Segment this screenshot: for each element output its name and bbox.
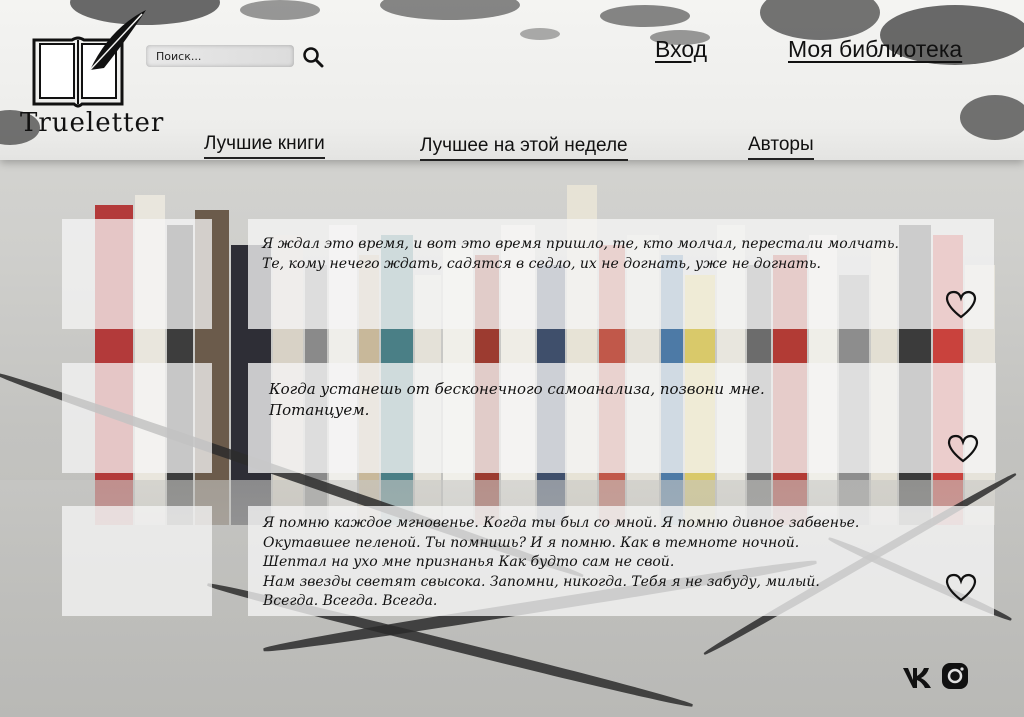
- quote-text: Я помню каждое мгновенье. Когда ты был с…: [263, 515, 860, 609]
- my-library-link[interactable]: Моя библиотека: [788, 36, 962, 63]
- quote-thumbnail: [62, 363, 212, 473]
- quote-text: Я ждал это время, и вот это время пришло…: [262, 236, 899, 272]
- nav-authors[interactable]: Авторы: [748, 134, 814, 160]
- quote-card: Когда устанешь от бесконечного самоанали…: [248, 363, 996, 473]
- heart-icon[interactable]: [944, 572, 978, 602]
- vk-icon[interactable]: [902, 662, 932, 690]
- login-link[interactable]: Вход: [655, 36, 707, 63]
- quote-card: Я помню каждое мгновенье. Когда ты был с…: [248, 506, 994, 616]
- quote-card: Я ждал это время, и вот это время пришло…: [248, 219, 994, 329]
- search-input[interactable]: [146, 45, 294, 67]
- brand-name[interactable]: Trueletter: [20, 108, 164, 138]
- search-icon[interactable]: [302, 46, 324, 68]
- nav-best-this-week[interactable]: Лучшее на этой неделе: [420, 135, 628, 161]
- quote-thumbnail: [62, 219, 212, 329]
- quote-text: Когда устанешь от бесконечного самоанали…: [269, 380, 765, 419]
- quote-thumbnail: [62, 506, 212, 616]
- heart-icon[interactable]: [944, 289, 978, 319]
- nav-best-books[interactable]: Лучшие книги: [204, 133, 325, 159]
- heart-icon[interactable]: [946, 433, 980, 463]
- instagram-icon[interactable]: [940, 662, 970, 690]
